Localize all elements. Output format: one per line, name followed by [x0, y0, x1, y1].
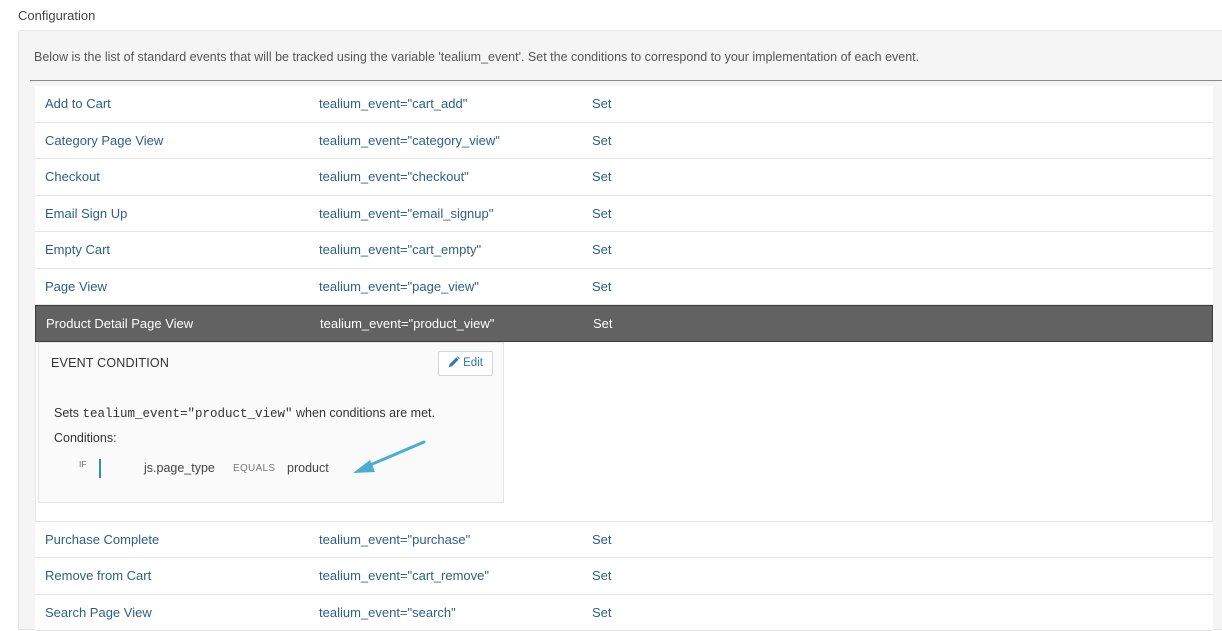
event-name[interactable]: Search Page View [45, 595, 152, 631]
event-detail-panel: EVENT CONDITION Edit Sets tealium_event=… [35, 342, 1213, 522]
sets-statement: Sets tealium_event="product_view" when c… [54, 406, 435, 421]
set-link[interactable]: Set [592, 159, 612, 195]
event-condition: tealium_event="email_signup" [319, 196, 493, 232]
event-row-email-sign-up[interactable]: Email Sign Up tealium_event="email_signu… [35, 196, 1213, 233]
event-condition: tealium_event="product_view" [320, 306, 494, 342]
event-name[interactable]: Empty Cart [45, 232, 110, 268]
condition-operator: EQUALS [233, 463, 275, 474]
condition-value: product [287, 461, 329, 475]
event-row-category-page-view[interactable]: Category Page View tealium_event="catego… [35, 123, 1213, 160]
event-condition: tealium_event="checkout" [319, 159, 469, 195]
sets-prefix: Sets [54, 406, 79, 420]
event-row-purchase-complete[interactable]: Purchase Complete tealium_event="purchas… [35, 522, 1213, 559]
event-condition: tealium_event="page_view" [319, 269, 479, 305]
edit-button-label: Edit [463, 357, 483, 369]
event-name[interactable]: Page View [45, 269, 107, 305]
set-link[interactable]: Set [592, 269, 612, 305]
set-link[interactable]: Set [592, 522, 612, 558]
event-condition: tealium_event="search" [319, 595, 456, 631]
set-link[interactable]: Set [592, 232, 612, 268]
event-condition-title: EVENT CONDITION [51, 356, 169, 370]
event-list: Add to Cart tealium_event="cart_add" Set… [35, 86, 1213, 631]
edit-button[interactable]: Edit [438, 351, 493, 376]
divider [30, 80, 1222, 81]
event-name[interactable]: Add to Cart [45, 86, 111, 122]
sets-suffix: when conditions are met. [296, 406, 435, 420]
set-link[interactable]: Set [593, 306, 613, 342]
event-condition: tealium_event="cart_add" [319, 86, 467, 122]
event-row-page-view[interactable]: Page View tealium_event="page_view" Set [35, 269, 1213, 306]
event-condition: tealium_event="cart_remove" [319, 558, 489, 594]
set-link[interactable]: Set [592, 86, 612, 122]
event-row-add-to-cart[interactable]: Add to Cart tealium_event="cart_add" Set [35, 86, 1213, 123]
set-link[interactable]: Set [592, 196, 612, 232]
event-row-remove-from-cart[interactable]: Remove from Cart tealium_event="cart_rem… [35, 558, 1213, 595]
conditions-label: Conditions: [54, 431, 117, 445]
section-title: Configuration [18, 8, 95, 23]
pencil-icon [448, 356, 460, 368]
event-name[interactable]: Purchase Complete [45, 522, 159, 558]
event-name[interactable]: Product Detail Page View [46, 306, 193, 342]
event-name[interactable]: Checkout [45, 159, 100, 195]
set-link[interactable]: Set [592, 595, 612, 631]
event-condition: tealium_event="category_view" [319, 123, 500, 159]
configuration-panel: Below is the list of standard events tha… [18, 30, 1222, 630]
event-condition: tealium_event="purchase" [319, 522, 470, 558]
event-row-checkout[interactable]: Checkout tealium_event="checkout" Set [35, 159, 1213, 196]
condition-variable: js.page_type [144, 461, 215, 475]
intro-text: Below is the list of standard events tha… [34, 50, 919, 64]
arrow-pointer-icon [349, 439, 429, 479]
if-label: IF [79, 459, 87, 469]
event-condition: tealium_event="cart_empty" [319, 232, 481, 268]
event-row-search-page-view[interactable]: Search Page View tealium_event="search" … [35, 595, 1213, 631]
condition-group-bar [99, 459, 101, 478]
event-name[interactable]: Category Page View [45, 123, 163, 159]
set-link[interactable]: Set [592, 558, 612, 594]
event-condition-card: EVENT CONDITION Edit Sets tealium_event=… [38, 342, 504, 503]
event-row-empty-cart[interactable]: Empty Cart tealium_event="cart_empty" Se… [35, 232, 1213, 269]
sets-code: tealium_event="product_view" [83, 407, 293, 421]
event-name[interactable]: Remove from Cart [45, 558, 151, 594]
set-link[interactable]: Set [592, 123, 612, 159]
event-name[interactable]: Email Sign Up [45, 196, 127, 232]
event-row-product-detail-page-view[interactable]: Product Detail Page View tealium_event="… [35, 305, 1213, 342]
